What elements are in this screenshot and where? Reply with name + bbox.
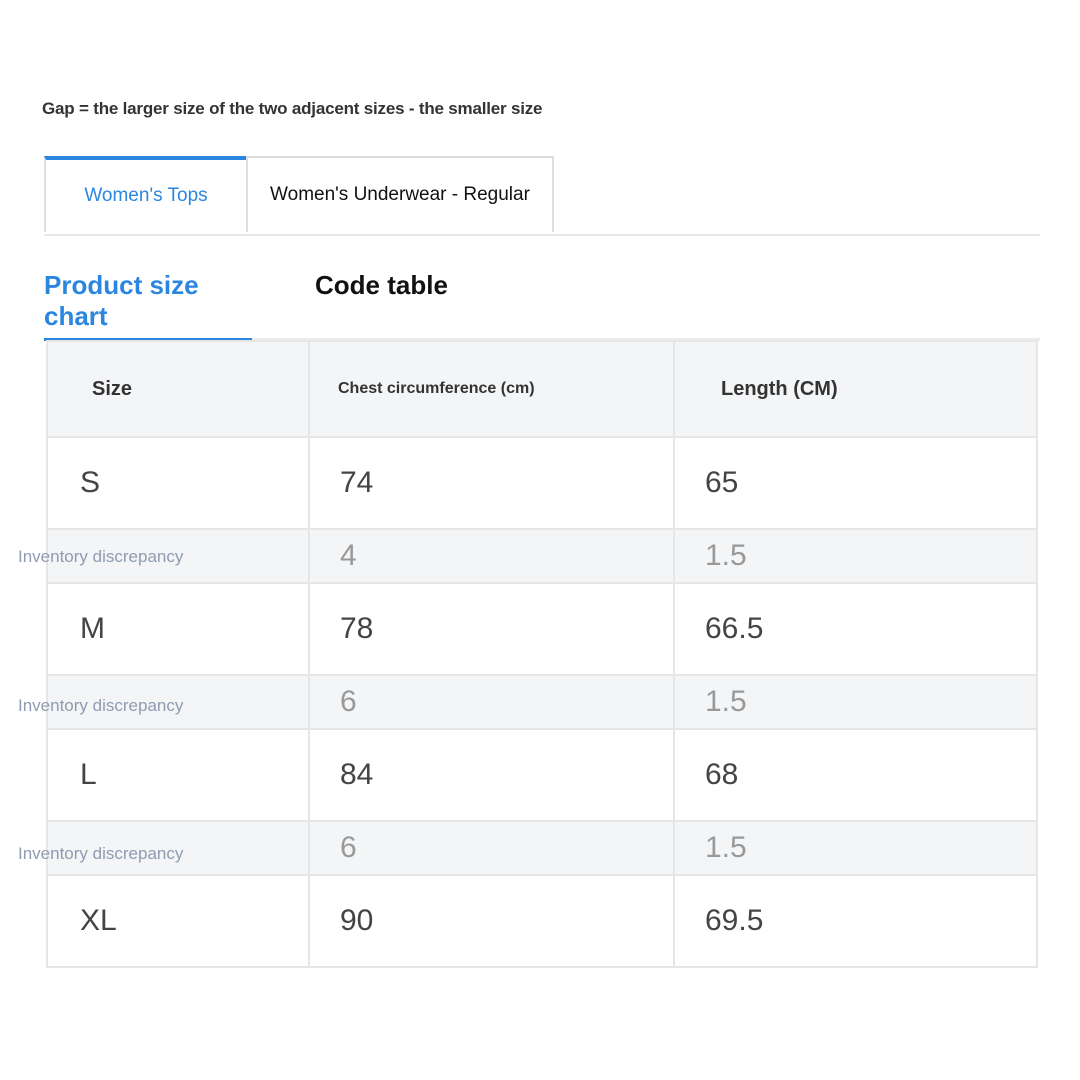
category-tabs: Women's Tops Women's Underwear - Regular — [44, 156, 1040, 236]
chest-cell: 78 — [308, 582, 675, 676]
gap-row: 6 1.5 — [46, 820, 1038, 876]
gap-length-cell: 1.5 — [673, 674, 1038, 730]
table-row: XL 90 69.5 — [46, 874, 1038, 968]
gap-chest-cell: 4 — [308, 528, 675, 584]
gap-length-cell: 1.5 — [673, 820, 1038, 876]
length-cell: 69.5 — [673, 874, 1038, 968]
length-cell: 65 — [673, 436, 1038, 530]
tab-womens-tops[interactable]: Women's Tops — [44, 156, 246, 232]
tab-womens-underwear-regular[interactable]: Women's Underwear - Regular — [246, 156, 554, 232]
gap-label: Inventory discrepancy — [18, 696, 184, 715]
gap-length-cell: 1.5 — [673, 528, 1038, 584]
header-length: Length (CM) — [673, 340, 1038, 438]
table-header-row: Size Chest circumference (cm) Length (CM… — [46, 340, 1038, 438]
tab-code-table[interactable]: Code table — [315, 262, 448, 338]
size-cell: XL — [46, 874, 310, 968]
table-row: L 84 68 — [46, 728, 1038, 822]
header-chest: Chest circumference (cm) — [308, 340, 675, 438]
table-row: M 78 66.5 — [46, 582, 1038, 676]
table-row: S 74 65 — [46, 436, 1038, 530]
chest-cell: 90 — [308, 874, 675, 968]
size-cell: S — [46, 436, 310, 530]
header-size: Size — [46, 340, 310, 438]
length-cell: 66.5 — [673, 582, 1038, 676]
gap-row: 6 1.5 — [46, 674, 1038, 730]
chest-cell: 74 — [308, 436, 675, 530]
chart-type-tabs: Product size chart Code table — [44, 262, 1040, 341]
gap-label: Inventory discrepancy — [18, 844, 184, 863]
gap-chest-cell: 6 — [308, 674, 675, 730]
chest-cell: 84 — [308, 728, 675, 822]
gap-label: Inventory discrepancy — [18, 547, 184, 566]
size-cell: M — [46, 582, 310, 676]
gap-row: 4 1.5 — [46, 528, 1038, 584]
size-cell: L — [46, 728, 310, 822]
size-chart-table: Size Chest circumference (cm) Length (CM… — [46, 340, 1038, 968]
gap-chest-cell: 6 — [308, 820, 675, 876]
length-cell: 68 — [673, 728, 1038, 822]
gap-formula-note: Gap = the larger size of the two adjacen… — [42, 99, 543, 118]
tab-product-size-chart[interactable]: Product size chart — [44, 262, 252, 341]
